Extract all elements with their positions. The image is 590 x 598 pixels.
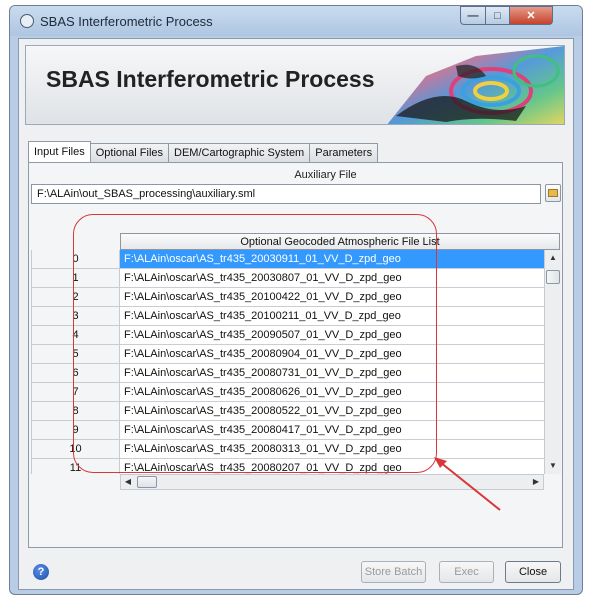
row-path[interactable]: F:\ALAin\oscar\AS_tr435_20090507_01_VV_D… — [120, 326, 560, 345]
file-list-header: Optional Geocoded Atmospheric File List — [120, 233, 560, 250]
title-bar[interactable]: SBAS Interferometric Process — □ ✕ — [10, 6, 582, 36]
table-row[interactable]: 8 F:\ALAin\oscar\AS_tr435_20080522_01_VV_… — [31, 402, 561, 421]
minimize-icon: — — [467, 9, 479, 22]
window-title: SBAS Interferometric Process — [40, 14, 213, 29]
tab-dem-cartographic-system[interactable]: DEM/Cartographic System — [168, 143, 311, 163]
row-index: 10 — [31, 440, 120, 459]
row-path[interactable]: F:\ALAin\oscar\AS_tr435_20080313_01_VV_D… — [120, 440, 560, 459]
tab-optional-files[interactable]: Optional Files — [89, 143, 170, 163]
folder-icon — [548, 189, 558, 197]
row-path[interactable]: F:\ALAin\oscar\AS_tr435_20080522_01_VV_D… — [120, 402, 560, 421]
app-window: SBAS Interferometric Process — □ ✕ SBAS … — [9, 5, 583, 595]
row-path[interactable]: F:\ALAin\oscar\AS_tr435_20080731_01_VV_D… — [120, 364, 560, 383]
tab-parameters[interactable]: Parameters — [309, 143, 379, 163]
table-row[interactable]: 5 F:\ALAin\oscar\AS_tr435_20080904_01_VV_… — [31, 345, 561, 364]
auxiliary-file-label: Auxiliary File — [294, 169, 357, 181]
row-path[interactable]: F:\ALAin\oscar\AS_tr435_20080904_01_VV_D… — [120, 345, 560, 364]
scroll-up-icon[interactable]: ▲ — [545, 250, 561, 266]
row-index: 0 — [31, 250, 120, 269]
vertical-scroll-thumb[interactable] — [546, 270, 560, 284]
table-row[interactable]: 4 F:\ALAin\oscar\AS_tr435_20090507_01_VV_… — [31, 326, 561, 345]
row-index: 8 — [31, 402, 120, 421]
table-row[interactable]: 9 F:\ALAin\oscar\AS_tr435_20080417_01_VV_… — [31, 421, 561, 440]
table-row[interactable]: 10 F:\ALAin\oscar\AS_tr435_20080313_01_VV… — [31, 440, 561, 459]
row-path[interactable]: F:\ALAin\oscar\AS_tr435_20080417_01_VV_D… — [120, 421, 560, 440]
maximize-icon: □ — [494, 9, 501, 22]
row-index: 2 — [31, 288, 120, 307]
close-icon: ✕ — [526, 10, 536, 22]
interferogram-image — [387, 46, 564, 124]
horizontal-scroll-thumb[interactable] — [137, 476, 157, 488]
row-index: 6 — [31, 364, 120, 383]
row-index: 9 — [31, 421, 120, 440]
exec-button[interactable]: Exec — [439, 561, 494, 583]
browse-button[interactable] — [545, 184, 561, 202]
store-batch-button[interactable]: Store Batch — [361, 561, 426, 583]
app-icon[interactable] — [20, 14, 34, 28]
vertical-scrollbar[interactable]: ▲ ▼ — [544, 250, 561, 474]
file-list-rows: 0 F:\ALAin\oscar\AS_tr435_20030911_01_VV_… — [31, 250, 563, 474]
row-path[interactable]: F:\ALAin\oscar\AS_tr435_20100211_01_VV_D… — [120, 307, 560, 326]
row-index: 1 — [31, 269, 120, 288]
input-files-panel: Auxiliary File F:\ALAin\out_SBAS_process… — [28, 162, 563, 548]
minimize-button[interactable]: — — [460, 6, 486, 25]
tab-bar: Input Files Optional Files DEM/Cartograp… — [28, 141, 379, 163]
horizontal-scrollbar[interactable]: ◀ ▶ — [120, 474, 544, 490]
row-index: 11 — [31, 459, 120, 474]
table-row[interactable]: 0 F:\ALAin\oscar\AS_tr435_20030911_01_VV_… — [31, 250, 561, 269]
help-icon[interactable]: ? — [33, 564, 49, 580]
table-row[interactable]: 6 F:\ALAin\oscar\AS_tr435_20080731_01_VV_… — [31, 364, 561, 383]
client-area: SBAS Interferometric Process Input Files… — [18, 38, 574, 590]
table-row[interactable]: 7 F:\ALAin\oscar\AS_tr435_20080626_01_VV_… — [31, 383, 561, 402]
table-row[interactable]: 3 F:\ALAin\oscar\AS_tr435_20100211_01_VV_… — [31, 307, 561, 326]
row-index: 4 — [31, 326, 120, 345]
row-path[interactable]: F:\ALAin\oscar\AS_tr435_20030807_01_VV_D… — [120, 269, 560, 288]
footer: ? Store Batch Exec Close — [19, 557, 573, 587]
row-path[interactable]: F:\ALAin\oscar\AS_tr435_20030911_01_VV_D… — [120, 250, 560, 269]
atmospheric-file-table: Optional Geocoded Atmospheric File List … — [31, 233, 561, 491]
row-path[interactable]: F:\ALAin\oscar\AS_tr435_20100422_01_VV_D… — [120, 288, 560, 307]
row-index: 5 — [31, 345, 120, 364]
row-index: 3 — [31, 307, 120, 326]
close-window-button[interactable]: ✕ — [509, 6, 553, 25]
table-row[interactable]: 11 F:\ALAin\oscar\AS_tr435_20080207_01_VV… — [31, 459, 561, 474]
scroll-left-icon[interactable]: ◀ — [121, 475, 135, 489]
table-row[interactable]: 2 F:\ALAin\oscar\AS_tr435_20100422_01_VV_… — [31, 288, 561, 307]
row-path[interactable]: F:\ALAin\oscar\AS_tr435_20080626_01_VV_D… — [120, 383, 560, 402]
banner-title: SBAS Interferometric Process — [46, 66, 375, 92]
banner: SBAS Interferometric Process — [25, 45, 565, 125]
close-button[interactable]: Close — [505, 561, 561, 583]
maximize-button[interactable]: □ — [485, 6, 510, 25]
row-path[interactable]: F:\ALAin\oscar\AS_tr435_20080207_01_VV_D… — [120, 459, 560, 474]
row-index: 7 — [31, 383, 120, 402]
table-row[interactable]: 1 F:\ALAin\oscar\AS_tr435_20030807_01_VV_… — [31, 269, 561, 288]
tab-input-files[interactable]: Input Files — [28, 141, 91, 163]
scroll-right-icon[interactable]: ▶ — [529, 475, 543, 489]
auxiliary-file-field[interactable]: F:\ALAin\out_SBAS_processing\auxiliary.s… — [31, 184, 541, 204]
scroll-down-icon[interactable]: ▼ — [545, 458, 561, 474]
